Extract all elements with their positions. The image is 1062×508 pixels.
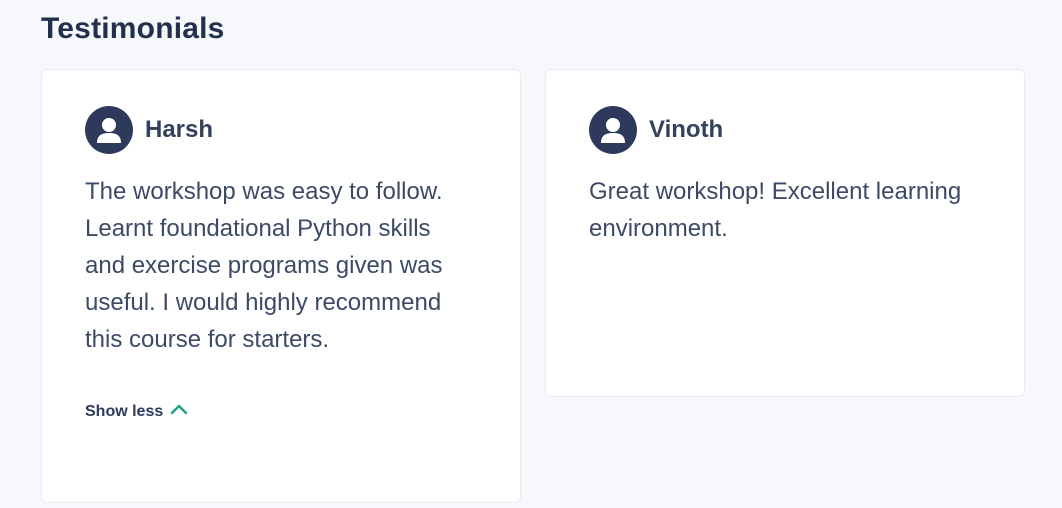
testimonial-card: Harsh The workshop was easy to follow. L… bbox=[41, 69, 521, 503]
testimonial-author: Vinoth bbox=[649, 116, 724, 143]
testimonial-text: The workshop was easy to follow. Learnt … bbox=[85, 178, 443, 353]
testimonial-author: Harsh bbox=[145, 116, 214, 143]
testimonial-text: Great workshop! Excellent learning envir… bbox=[589, 178, 962, 242]
section-title: Testimonials bbox=[41, 12, 225, 45]
testimonial-header: Harsh bbox=[85, 106, 213, 154]
user-icon bbox=[589, 106, 637, 154]
chevron-up-icon bbox=[169, 402, 189, 421]
testimonial-card: Vinoth Great workshop! Excellent learnin… bbox=[545, 69, 1025, 397]
testimonials-section: Testimonials Harsh The workshop was easy… bbox=[0, 0, 1062, 508]
show-less-label: Show less bbox=[85, 402, 164, 420]
user-icon bbox=[85, 106, 133, 154]
testimonial-header: Vinoth bbox=[589, 106, 723, 154]
show-less-button[interactable]: Show less bbox=[85, 402, 189, 421]
